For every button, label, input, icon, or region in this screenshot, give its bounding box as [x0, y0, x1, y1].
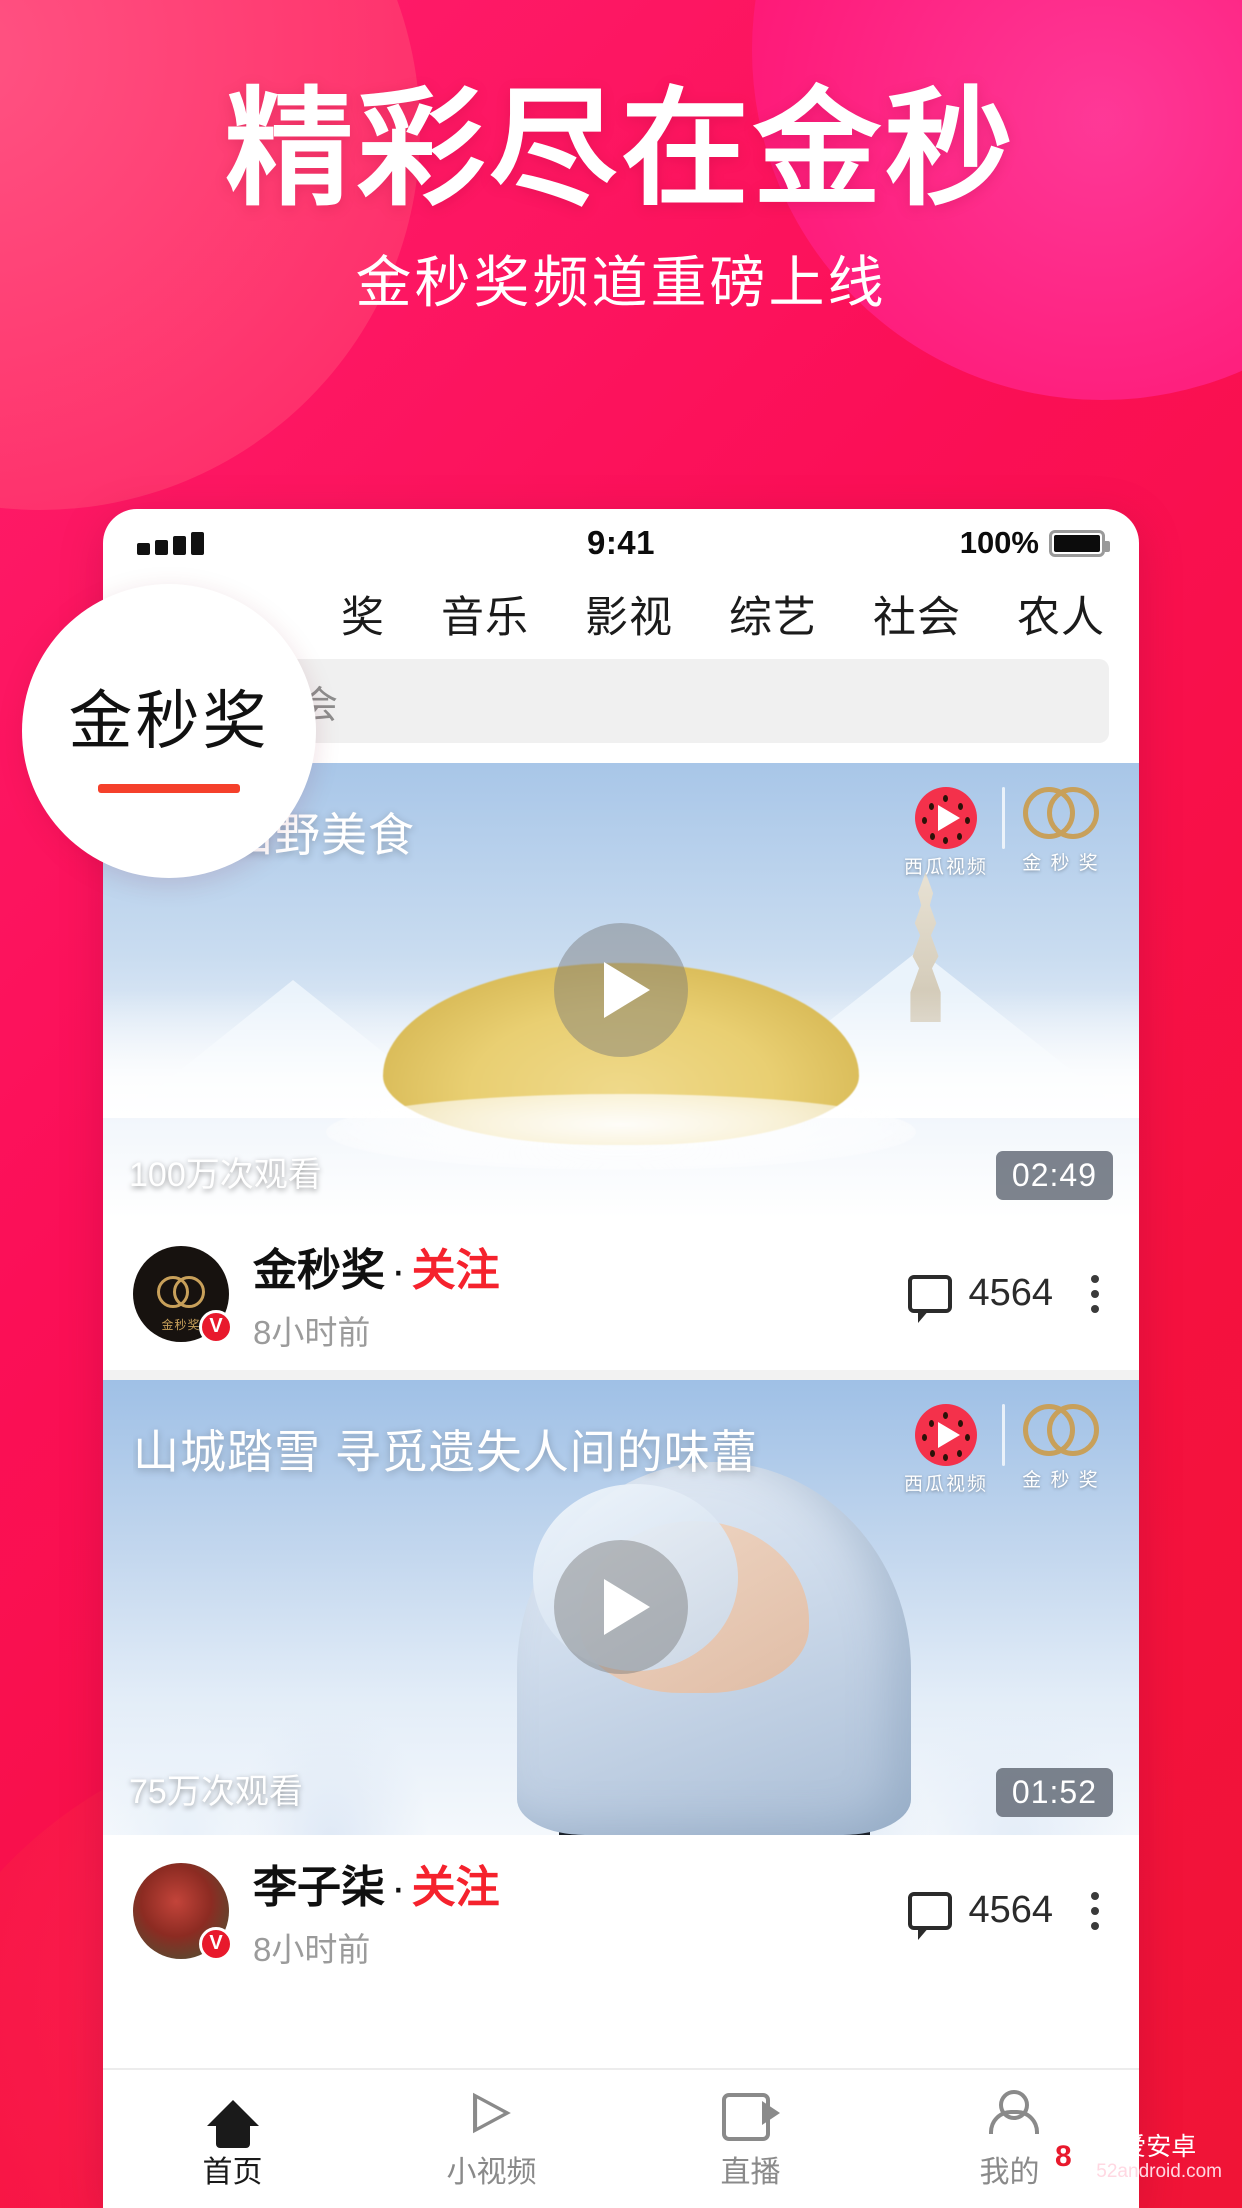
author-name: 金秒奖	[253, 1245, 385, 1295]
tab-shehui[interactable]: 社会	[845, 583, 989, 645]
comment-count: 4564	[968, 1889, 1053, 1932]
video-title: 山城踏雪 寻觅遗失人间的味蕾	[133, 1425, 758, 1478]
brand-divider	[1002, 787, 1005, 849]
brand-jinmiao: 金 秒 奖	[1009, 1403, 1113, 1492]
author-row[interactable]: V 李子柒 · 关注 8小时前 4564	[103, 1834, 1139, 1987]
brand-marks: 西瓜视频 金 秒 奖	[894, 787, 1113, 879]
author-actions: 4564	[908, 1886, 1109, 1940]
video-duration: 02:49	[995, 1150, 1113, 1200]
brand-xigua: 西瓜视频	[894, 787, 998, 879]
nav-label-shortvideo: 小视频	[446, 2156, 537, 2189]
post-time: 8小时前	[253, 1313, 371, 1351]
nav-label-profile: 我的	[979, 2156, 1040, 2189]
author-line: 金秒奖 · 关注	[253, 1234, 500, 1298]
watermark-logo: 8	[1040, 2134, 1087, 2181]
battery-icon	[1049, 529, 1110, 557]
author-row[interactable]: 金秒奖 V 金秒奖 · 关注 8小时前 4564	[103, 1217, 1139, 1370]
post-time: 8小时前	[253, 1930, 371, 1968]
more-options-icon[interactable]	[1081, 1886, 1109, 1936]
battery-percent: 100%	[959, 525, 1039, 560]
avatar[interactable]: V	[133, 1862, 233, 1961]
author-separator: ·	[391, 1245, 406, 1295]
brand-jinmiao-label: 金 秒 奖	[1022, 853, 1100, 874]
brand-xigua-label: 西瓜视频	[903, 1473, 988, 1495]
bottom-navigation[interactable]: 首页 小视频 直播 我的	[103, 2068, 1139, 2208]
nav-item-live[interactable]: 直播	[621, 2087, 880, 2191]
tab-nongren[interactable]: 农人	[989, 583, 1133, 645]
site-watermark: 8 我爱安卓 52android.com	[1040, 2133, 1222, 2182]
jinmiao-badge: 金秒奖	[22, 584, 316, 878]
play-button[interactable]	[554, 923, 688, 1058]
tab-yinyue[interactable]: 音乐	[413, 583, 557, 645]
watermelon-play-icon	[915, 787, 977, 849]
video-card[interactable]: 体味田野美食 西瓜视频 金 秒 奖 100万次观看 02:49 金秒奖 V 金秒…	[103, 763, 1139, 1370]
brand-marks: 西瓜视频 金 秒 奖	[894, 1403, 1113, 1496]
video-duration: 01:52	[995, 1767, 1113, 1817]
author-meta: 金秒奖 · 关注 8小时前	[253, 1234, 500, 1354]
jinmiao-badge-underline	[98, 783, 240, 793]
follow-button[interactable]: 关注	[412, 1863, 500, 1912]
author-name: 李子柒	[253, 1862, 385, 1912]
brand-xigua: 西瓜视频	[894, 1403, 998, 1496]
tab-zongyi[interactable]: 综艺	[701, 583, 845, 645]
play-triangle-icon	[470, 2087, 514, 2139]
card-divider	[103, 1369, 1139, 1380]
page-subtitle: 金秒奖频道重磅上线	[355, 251, 887, 315]
verified-badge: V	[199, 1926, 233, 1961]
avatar-mini-label: 金秒奖	[161, 1317, 201, 1332]
video-card[interactable]: 山城踏雪 寻觅遗失人间的味蕾 西瓜视频 金 秒 奖 75万次观看 01:52 V…	[103, 1379, 1139, 1987]
avatar[interactable]: 金秒奖 V	[133, 1245, 233, 1344]
nav-label-live: 直播	[720, 2156, 781, 2189]
hero-text-block: 精彩尽在金秒 金秒奖频道重磅上线	[0, 74, 1242, 320]
comment-button[interactable]: 4564	[908, 1889, 1053, 1940]
nav-item-shortvideo[interactable]: 小视频	[362, 2087, 621, 2191]
status-right-group: 100%	[959, 525, 1110, 561]
more-options-icon[interactable]	[1081, 1269, 1109, 1319]
tab-yingshi[interactable]: 影视	[557, 583, 701, 645]
person-icon	[987, 2087, 1039, 2139]
tab-jiang[interactable]: 奖	[313, 583, 413, 645]
video-thumbnail[interactable]: 山城踏雪 寻觅遗失人间的味蕾 西瓜视频 金 秒 奖 75万次观看 01:52	[103, 1379, 1139, 1835]
brand-divider	[1002, 1403, 1005, 1466]
view-count: 100万次观看	[129, 1155, 322, 1194]
follow-button[interactable]: 关注	[412, 1246, 500, 1295]
brand-xigua-label: 西瓜视频	[903, 857, 988, 878]
watermelon-play-icon	[915, 1403, 977, 1466]
live-camera-icon	[721, 2087, 780, 2141]
view-count: 75万次观看	[129, 1772, 303, 1811]
comment-bubble-icon	[908, 1891, 953, 1940]
home-icon	[206, 2087, 259, 2148]
author-actions: 4564	[908, 1269, 1109, 1323]
watermark-line2: 52android.com	[1096, 2160, 1222, 2182]
jinmiao-badge-label: 金秒奖	[68, 684, 270, 757]
page-title: 精彩尽在金秒	[224, 78, 1017, 221]
play-button[interactable]	[554, 1540, 688, 1675]
watermark-text: 我爱安卓 52android.com	[1096, 2133, 1222, 2182]
author-meta: 李子柒 · 关注 8小时前	[253, 1851, 500, 1971]
comment-count: 4564	[968, 1272, 1053, 1315]
brand-jinmiao-label: 金 秒 奖	[1022, 1469, 1100, 1491]
comment-bubble-icon	[908, 1274, 953, 1323]
verified-badge: V	[199, 1309, 233, 1344]
nav-label-home: 首页	[202, 2156, 263, 2189]
jinmiao-rings-icon	[1023, 787, 1099, 845]
watermark-line1: 我爱安卓	[1096, 2132, 1197, 2161]
nav-item-home[interactable]: 首页	[103, 2087, 362, 2191]
comment-button[interactable]: 4564	[908, 1272, 1053, 1323]
jinmiao-rings-icon	[1023, 1403, 1099, 1462]
status-bar: 9:41 100%	[103, 509, 1139, 571]
author-line: 李子柒 · 关注	[253, 1851, 500, 1915]
brand-jinmiao: 金 秒 奖	[1009, 787, 1113, 875]
avatar-rings-icon	[157, 1275, 205, 1312]
author-separator: ·	[391, 1862, 406, 1912]
